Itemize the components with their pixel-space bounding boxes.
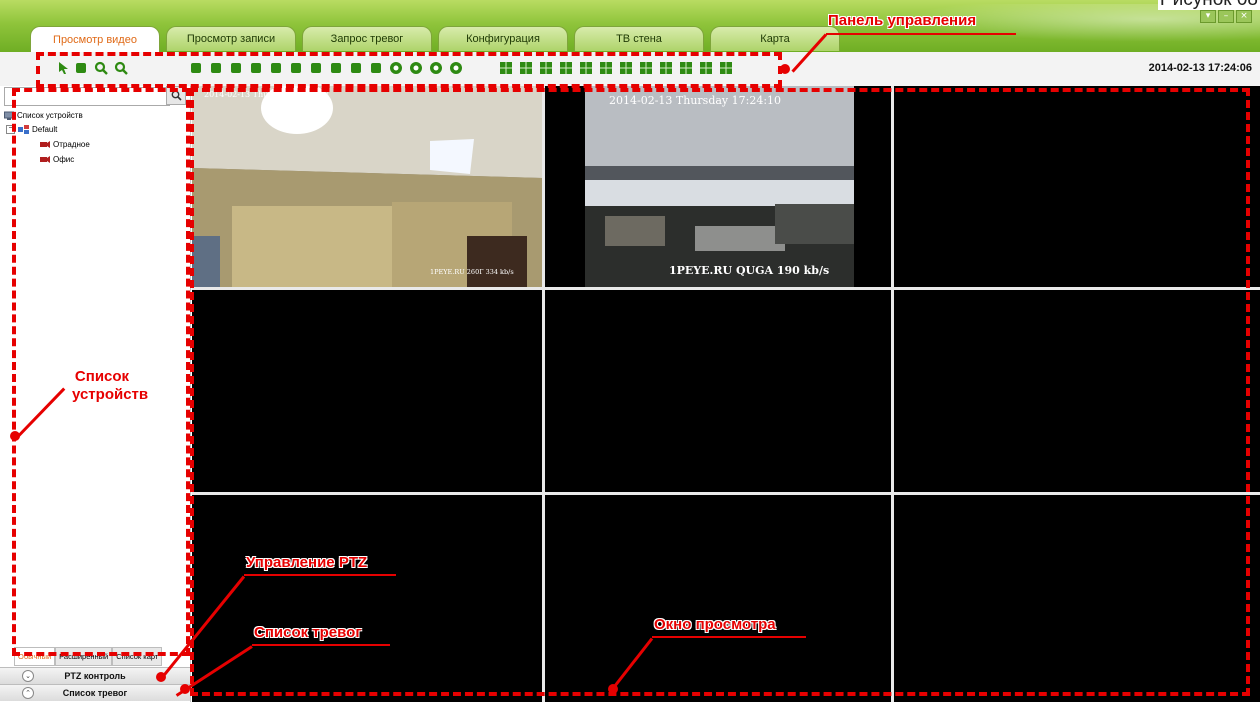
tree-device-label: Отрадное [53,139,90,149]
device-search-input[interactable] [4,87,170,106]
layout-10-icon[interactable] [599,61,613,75]
tree-device-label: Офис [53,154,75,164]
timer-icon[interactable] [449,61,463,75]
video-tile-9[interactable] [894,495,1260,702]
tab-extended[interactable]: Расширенный [55,647,113,666]
annotation-dot [780,64,790,74]
annotation-device-list: Список устройств [72,368,149,403]
layout-1-icon[interactable] [499,61,513,75]
alarm-panel-bar[interactable]: ⌃ Список тревог [0,684,190,701]
window-controls: ▾ – × [1200,10,1252,23]
annotation-control-panel: Панель управления [828,12,977,29]
annotation-underline [652,636,806,638]
annotation-ptz-control: Управление PTZ [246,554,368,571]
tree-device-office[interactable]: Офис [40,152,74,166]
annotation-underline [826,33,1016,35]
video-tile-7[interactable] [192,495,542,702]
sidebar-tabs: Обычный Расширенный Список карт [14,647,190,666]
expand-icon[interactable] [369,61,383,75]
play-icon[interactable] [409,61,423,75]
select-arrow-icon[interactable] [56,61,70,75]
snapshot-icon[interactable] [229,61,243,75]
video-grid: 2014-02-13 Thursday 17:24:07 1PEYE.RU 26… [192,86,1260,702]
annotation-dot [608,684,618,694]
annotation-alarm-list: Список тревог [254,624,362,641]
layout-8-icon[interactable] [559,61,573,75]
image-adjust-icon[interactable] [209,61,223,75]
tree-root-label: Список устройств [17,110,83,120]
annotation-dot [180,684,190,694]
tree-group-label: Default [32,124,58,134]
alarm-panel-label: Список тревог [62,688,128,698]
video-tile-2[interactable]: 2014-02-13 Thursday 17:24:10 1PEYE.RU QU… [545,86,891,287]
stop-icon[interactable] [389,61,403,75]
annotation-underline [244,574,396,576]
tab-configuration[interactable]: Конфигурация [438,26,568,51]
tree-icon[interactable] [349,61,363,75]
layout-16-icon[interactable] [639,61,653,75]
camera-icon [40,155,50,163]
video-tile-8[interactable] [545,495,891,702]
tile-timestamp: 2014-02-13 Thursday 17:24:07 [204,90,330,99]
group-icon [18,124,29,134]
search-icon [171,90,182,101]
annotation-dot [156,672,166,682]
tab-playback[interactable]: Просмотр записи [166,26,296,51]
figure-caption: Рисунок 08 [1157,0,1260,10]
toolbar: 2014-02-13 17:24:06 [0,52,1260,87]
device-list-icon [4,111,14,120]
annotation-view-window: Окно просмотра [654,616,776,633]
video-tile-6[interactable] [894,290,1260,492]
zoom-out-icon[interactable] [114,61,128,75]
zoom-in-icon[interactable] [94,61,108,75]
layout-13-icon[interactable] [619,61,633,75]
annotation-underline [252,644,390,646]
hand-pan-icon[interactable] [74,61,88,75]
tile-stream-info: 1PEYE.RU QUGA 190 kb/s [669,264,830,277]
tree-root[interactable]: Список устройств [4,108,83,122]
close-button[interactable]: × [1236,10,1252,23]
fullscreen-icon[interactable] [189,61,203,75]
camera-feed-image [545,86,891,287]
layout-6-icon[interactable] [539,61,553,75]
record-icon[interactable] [309,61,323,75]
search-button[interactable] [166,86,186,105]
speaker-icon[interactable] [269,61,283,75]
tab-alarm-query[interactable]: Запрос тревог [302,26,432,51]
layout-20-icon[interactable] [659,61,673,75]
video-tile-4[interactable] [192,290,542,492]
tab-tv-wall[interactable]: ТВ стена [574,26,704,51]
datetime-display: 2014-02-13 17:24:06 [1148,62,1252,74]
layout-4-icon[interactable] [519,61,533,75]
tree-device-otradnoe[interactable]: Отрадное [40,137,90,151]
camera-feed-image [192,86,542,287]
horn-icon[interactable] [289,61,303,75]
video-tile-5[interactable] [545,290,891,492]
video-tile-3[interactable] [894,86,1260,287]
microphone-icon[interactable] [249,61,263,75]
minimize-button[interactable]: – [1218,10,1234,23]
menu-button[interactable]: ▾ [1200,10,1216,23]
camera-icon [40,140,50,148]
tile-stream-info: 1PEYE.RU 260Г 334 kb/s [430,268,514,276]
layout-25-icon[interactable] [679,61,693,75]
tab-map-list[interactable]: Список карт [112,647,163,666]
collapse-icon[interactable]: − [6,124,15,134]
tab-video-view[interactable]: Просмотр видео [30,26,160,53]
layout-36-icon[interactable] [699,61,713,75]
layout-9-icon[interactable] [579,61,593,75]
pause-icon[interactable] [429,61,443,75]
title-bar: ▾ – × Просмотр видео Просмотр записи Зап… [0,0,1260,53]
tab-normal[interactable]: Обычный [14,647,56,666]
app-window: ▾ – × Просмотр видео Просмотр записи Зап… [0,0,1260,702]
video-tile-1[interactable]: 2014-02-13 Thursday 17:24:07 1PEYE.RU 26… [192,86,542,287]
tree-group[interactable]: − Default [6,122,57,136]
annotation-dot [10,431,20,441]
main-tabs: Просмотр видео Просмотр записи Запрос тр… [30,26,840,53]
tile-timestamp: 2014-02-13 Thursday 17:24:10 [609,94,782,107]
refresh-icon[interactable] [329,61,343,75]
layout-64-icon[interactable] [719,61,733,75]
